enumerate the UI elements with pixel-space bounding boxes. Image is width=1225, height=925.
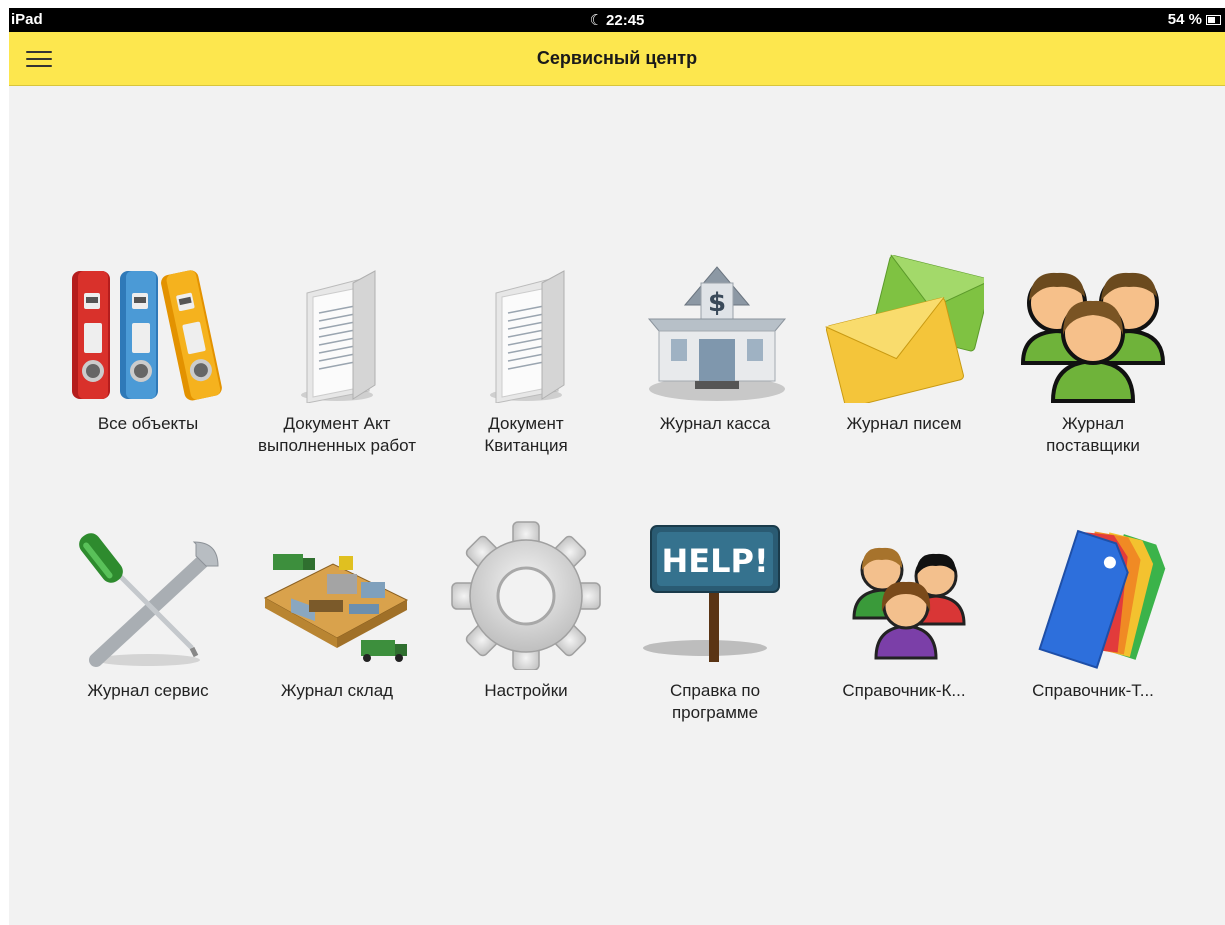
tile-journal-suppliers[interactable]: Журнал поставщики	[1008, 253, 1178, 457]
battery-icon	[1206, 14, 1221, 25]
contacts-icon	[852, 547, 966, 660]
tile-label: Журнал сервис	[87, 681, 209, 700]
envelopes-icon	[825, 254, 984, 403]
document-folder-icon	[301, 270, 376, 403]
tile-label: Настройки	[484, 681, 568, 700]
tags-icon	[1038, 529, 1166, 669]
tile-journal-letters[interactable]: Журнал писем	[819, 253, 989, 435]
tile-document-act[interactable]: Документ Акт выполненных работ	[252, 253, 422, 457]
tile-help[interactable]: HELP! Справка по программе	[630, 520, 800, 724]
tile-label: Справочник-К...	[842, 681, 966, 700]
help-sign-icon: HELP!	[643, 525, 780, 662]
tile-label: Документ Квитанция	[484, 414, 568, 455]
tools-icon	[79, 533, 219, 667]
bank-icon: $	[647, 266, 787, 401]
battery-percent: 54 %	[1167, 11, 1202, 28]
tile-label: Документ Акт выполненных работ	[257, 414, 417, 455]
tile-label: Журнал склад	[280, 681, 394, 700]
users-group-icon	[1020, 272, 1166, 403]
document-folder-icon	[490, 270, 565, 403]
svg-text:$: $	[708, 288, 726, 318]
tile-reference-tags[interactable]: Справочник-Т...	[1008, 520, 1178, 702]
gear-icon	[451, 521, 601, 670]
tile-label: Журнал касса	[659, 414, 771, 433]
status-bar: iPad ☾ 22:45 54 %	[9, 8, 1225, 32]
tile-document-receipt[interactable]: Документ Квитанция	[441, 253, 611, 457]
tile-label: Журнал писем	[846, 414, 962, 433]
tile-label: Справочник-Т...	[1032, 681, 1154, 700]
tile-label: Все объекты	[97, 414, 199, 433]
tile-reference-contacts[interactable]: Справочник-К...	[819, 520, 989, 702]
tile-label: Журнал поставщики	[1046, 414, 1140, 455]
clock: ☾ 22:45	[9, 11, 1225, 29]
tile-settings[interactable]: Настройки	[441, 520, 611, 702]
tile-label: Справка по программе	[669, 681, 761, 722]
help-sign-text: HELP!	[661, 542, 768, 580]
moon-icon: ☾	[589, 12, 604, 29]
clock-time: 22:45	[606, 12, 645, 29]
tile-journal-cash[interactable]: $ Журнал касса	[630, 253, 800, 435]
app-header: Сервисный центр	[9, 32, 1225, 86]
tile-journal-service[interactable]: Журнал сервис	[63, 520, 233, 702]
app-screen: iPad ☾ 22:45 54 % Сервисный центр Все об…	[9, 8, 1225, 925]
page-title: Сервисный центр	[536, 48, 698, 68]
tile-all-objects[interactable]: Все объекты	[63, 253, 233, 435]
binders-icon	[72, 270, 222, 401]
battery-status: 54 %	[1168, 11, 1221, 28]
warehouse-icon	[263, 554, 409, 662]
tile-journal-warehouse[interactable]: Журнал склад	[252, 520, 422, 702]
